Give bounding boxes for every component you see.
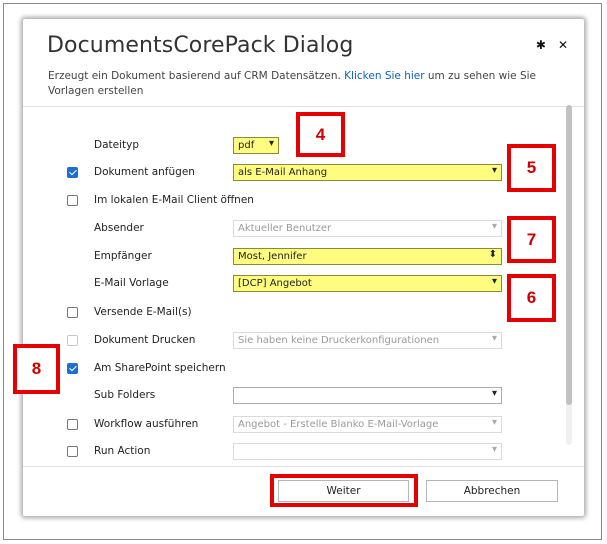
scrollbar[interactable] — [566, 105, 572, 445]
row-drucken: Dokument Drucken Sie haben keine Drucker… — [23, 332, 563, 352]
dokument-anfuegen-label: Dokument anfügen — [94, 166, 195, 178]
footer-separator — [23, 466, 584, 467]
subtitle-text: Erzeugt ein Dokument basierend auf CRM D… — [48, 70, 341, 82]
header-icons: ✱ ✕ — [536, 39, 568, 51]
callout-7: 7 — [507, 216, 556, 263]
drucken-checkbox — [67, 335, 78, 346]
row-absender: Absender Aktueller Benutzer ▾ — [23, 220, 563, 240]
dokument-anfuegen-value: als E-Mail Anhang — [238, 167, 328, 178]
gear-icon[interactable]: ✱ — [536, 39, 546, 51]
email-vorlage-label: E-Mail Vorlage — [94, 277, 169, 289]
help-link[interactable]: Klicken Sie hier — [344, 70, 424, 82]
callout-4: 4 — [296, 112, 345, 157]
callout-8: 8 — [13, 344, 60, 394]
dateityp-value: pdf — [238, 140, 255, 151]
chevron-down-icon: ▾ — [491, 388, 497, 399]
scrollbar-thumb[interactable] — [566, 105, 572, 405]
email-vorlage-select[interactable]: [DCP] Angebot ▾ — [233, 275, 502, 292]
dateityp-label: Dateityp — [94, 139, 140, 151]
run-action-checkbox[interactable] — [67, 446, 78, 457]
email-vorlage-value: [DCP] Angebot — [238, 278, 312, 289]
close-icon[interactable]: ✕ — [558, 39, 568, 51]
row-email-vorlage: E-Mail Vorlage [DCP] Angebot ▾ — [23, 275, 563, 295]
workflow-value: Angebot - Erstelle Blanko E-Mail-Vorlage — [238, 419, 439, 430]
callout-6: 6 — [507, 274, 556, 322]
subfolders-select[interactable]: ▾ — [233, 387, 502, 404]
documentscorepack-dialog: DocumentsCorePack Dialog ✱ ✕ Erzeugt ein… — [23, 19, 584, 516]
row-sharepoint: Am SharePoint speichern — [23, 360, 563, 380]
workflow-label: Workflow ausführen — [94, 418, 199, 430]
row-versende: Versende E-Mail(s) — [23, 304, 563, 324]
chevron-down-icon: ▾ — [268, 138, 274, 149]
weiter-highlight-box — [270, 474, 418, 507]
empfaenger-label: Empfänger — [94, 250, 152, 262]
subfolders-label: Sub Folders — [94, 389, 156, 401]
row-lokal-email: Im lokalen E-Mail Client öffnen — [23, 192, 563, 212]
drucken-label: Dokument Drucken — [94, 334, 196, 346]
chevron-down-icon: ▾ — [491, 276, 497, 287]
updown-arrow-icon: ⬍ — [488, 249, 497, 260]
abbrechen-button[interactable]: Abbrechen — [426, 480, 558, 502]
absender-value: Aktueller Benutzer — [238, 223, 332, 234]
versende-checkbox[interactable] — [67, 307, 78, 318]
dateityp-select[interactable]: pdf ▾ — [233, 137, 279, 154]
run-action-label: Run Action — [94, 445, 151, 457]
dokument-anfuegen-select[interactable]: als E-Mail Anhang ▾ — [233, 164, 502, 181]
workflow-select: Angebot - Erstelle Blanko E-Mail-Vorlage… — [233, 416, 502, 433]
dokument-anfuegen-checkbox[interactable] — [67, 167, 78, 178]
row-dokument-anfuegen: Dokument anfügen als E-Mail Anhang ▾ — [23, 164, 563, 184]
run-action-select: ▾ — [233, 443, 502, 460]
chevron-down-icon: ▾ — [491, 417, 497, 428]
row-subfolders: Sub Folders ▾ — [23, 387, 563, 407]
row-workflow: Workflow ausführen Angebot - Erstelle Bl… — [23, 416, 563, 436]
callout-5: 5 — [507, 144, 556, 192]
chevron-down-icon: ▾ — [491, 221, 497, 232]
sharepoint-label: Am SharePoint speichern — [94, 362, 226, 374]
lokal-email-checkbox[interactable] — [67, 195, 78, 206]
sharepoint-checkbox[interactable] — [67, 363, 78, 374]
dialog-subtitle: Erzeugt ein Dokument basierend auf CRM D… — [48, 69, 558, 99]
drucken-value: Sie haben keine Druckerkonfigurationen — [238, 335, 440, 346]
row-run-action: Run Action ▾ — [23, 443, 563, 463]
lokal-email-label: Im lokalen E-Mail Client öffnen — [94, 194, 254, 206]
drucken-select: Sie haben keine Druckerkonfigurationen ▾ — [233, 332, 502, 349]
row-dateityp: Dateityp pdf ▾ — [23, 137, 563, 157]
row-empfaenger: Empfänger Most, Jennifer ⬍ — [23, 248, 563, 268]
workflow-checkbox[interactable] — [67, 419, 78, 430]
versende-label: Versende E-Mail(s) — [94, 306, 192, 318]
empfaenger-select[interactable]: Most, Jennifer ⬍ — [233, 248, 502, 265]
chevron-down-icon: ▾ — [491, 333, 497, 344]
absender-select: Aktueller Benutzer ▾ — [233, 220, 502, 237]
header-separator — [23, 106, 584, 107]
absender-label: Absender — [94, 222, 144, 234]
chevron-down-icon: ▾ — [491, 165, 497, 176]
chevron-down-icon: ▾ — [491, 444, 497, 455]
dialog-title: DocumentsCorePack Dialog — [47, 33, 354, 58]
empfaenger-value: Most, Jennifer — [238, 251, 307, 262]
